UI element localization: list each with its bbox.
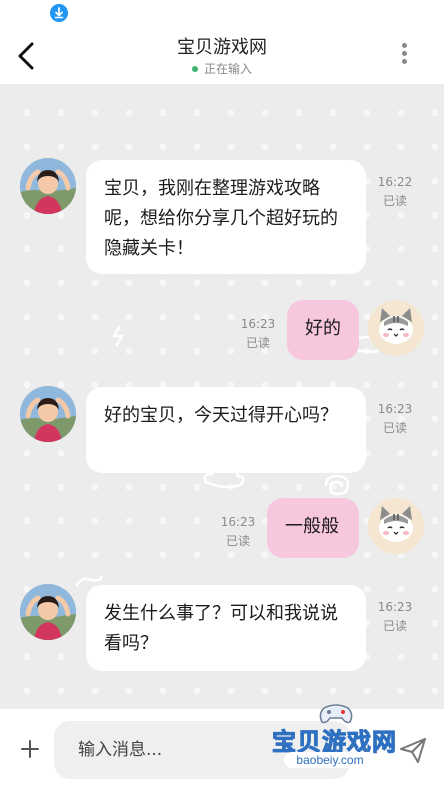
message-meta: 16:23 已读 xyxy=(239,315,277,353)
message-meta: 16:23 已读 xyxy=(376,598,414,636)
more-vertical-icon[interactable] xyxy=(402,43,408,65)
read-status: 已读 xyxy=(382,421,407,435)
message-time: 16:23 xyxy=(240,317,276,331)
swirl-doodle-icon xyxy=(324,474,350,496)
contact-avatar[interactable] xyxy=(20,158,76,214)
contact-avatar[interactable] xyxy=(20,386,76,442)
message-time: 16:22 xyxy=(377,175,413,189)
chat-header: 宝贝游戏网 正在输入 xyxy=(0,26,444,84)
site-watermark: 宝贝游戏网 baobeiy.com xyxy=(266,700,416,784)
plus-icon[interactable] xyxy=(18,737,42,761)
read-status: 已读 xyxy=(225,534,250,548)
online-dot-icon xyxy=(191,65,198,72)
message-bubble-incoming[interactable]: 好的宝贝，今天过得开心吗？ xyxy=(86,387,366,473)
watermark-url: baobeiy.com xyxy=(284,752,376,768)
message-bubble-incoming[interactable]: 发生什么事了？可以和我说说看吗？ xyxy=(86,585,366,671)
lightning-doodle-icon xyxy=(112,325,124,347)
my-avatar[interactable] xyxy=(368,498,424,554)
typing-status-label: 正在输入 xyxy=(203,62,252,76)
read-status: 已读 xyxy=(382,619,407,633)
read-status: 已读 xyxy=(382,194,407,208)
message-meta: 16:23 已读 xyxy=(219,513,257,551)
contact-avatar[interactable] xyxy=(20,584,76,640)
my-avatar[interactable] xyxy=(368,300,424,356)
message-meta: 16:23 已读 xyxy=(376,400,414,438)
message-bubble-outgoing[interactable]: 一般般 xyxy=(267,498,359,558)
status-bar xyxy=(0,0,444,26)
message-bubble-incoming[interactable]: 宝贝，我刚在整理游戏攻略呢，想给你分享几个超好玩的隐藏关卡！ xyxy=(86,160,366,274)
message-list[interactable]: 宝贝，我刚在整理游戏攻略呢，想给你分享几个超好玩的隐藏关卡！ 16:22 已读 … xyxy=(0,84,444,709)
message-meta: 16:22 已读 xyxy=(376,173,414,211)
page-title: 宝贝游戏网 xyxy=(177,37,267,58)
message-bubble-outgoing[interactable]: 好的 xyxy=(287,300,359,360)
message-time: 16:23 xyxy=(220,515,256,529)
read-status: 已读 xyxy=(245,336,270,350)
download-icon[interactable] xyxy=(50,4,68,22)
message-time: 16:23 xyxy=(377,600,413,614)
message-time: 16:23 xyxy=(377,402,413,416)
typing-status: 正在输入 xyxy=(0,60,444,77)
